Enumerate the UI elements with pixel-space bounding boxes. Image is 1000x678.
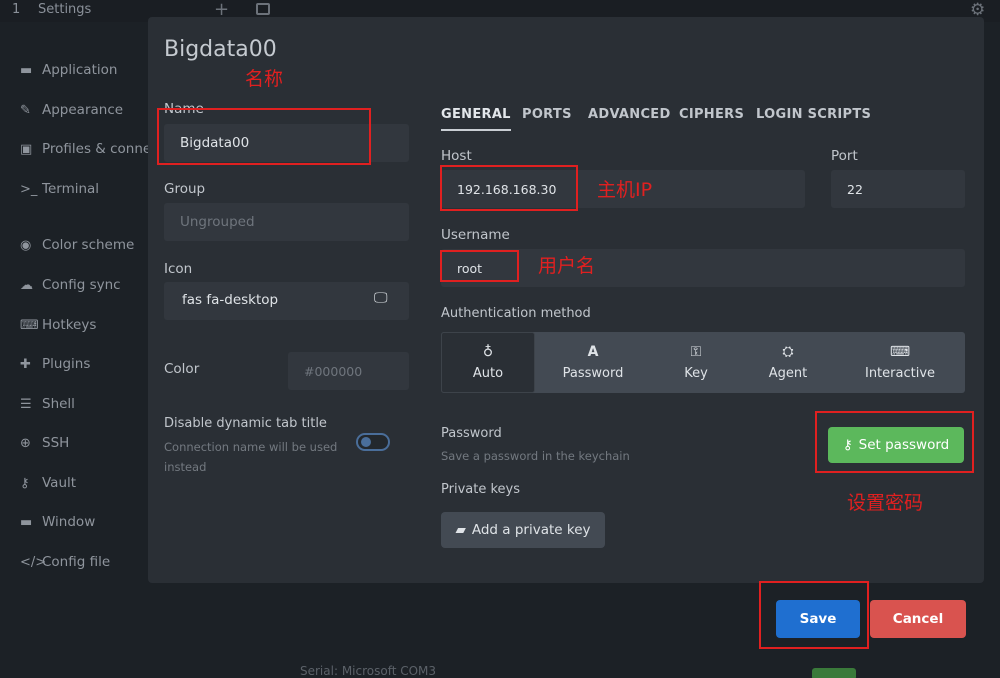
auth-method-selector: ♁ Auto A Password ⚿ Key ⛭ Agent ⌨ Intera… [441,332,965,393]
tab-settings[interactable]: Settings [38,2,91,17]
add-private-key-button[interactable]: ▰ Add a private key [441,512,605,548]
sidebar-item-appearance[interactable]: ✎ Appearance [20,98,123,122]
annotation-box-username [440,250,519,282]
icon-value: fas fa-desktop [182,292,279,308]
sidebar-item-plugins[interactable]: ✚ Plugins [20,352,90,376]
cloud-icon: ☁ [20,277,33,293]
annotation-box-save [759,581,869,649]
sidebar-item-application[interactable]: ▬ Application [20,58,117,82]
annotation-box-host [440,165,578,211]
window-icon: ▬ [20,514,33,530]
password-label: Password [441,426,502,441]
sidebar-item-color-scheme[interactable]: ◉ Color scheme [20,233,134,257]
palette-icon: ◉ [20,237,32,253]
sidebar-item-ssh[interactable]: ⊕ SSH [20,431,69,455]
sidebar-item-config-sync[interactable]: ☁ Config sync [20,273,121,297]
annotation-password: 设置密码 [847,492,924,514]
text-icon: A [587,344,599,360]
dialog-title: Bigdata00 [164,37,277,62]
code-icon: </> [20,554,47,570]
desktop-icon: 🖵 [374,290,388,306]
serial-badge [812,668,856,678]
key-icon: ⚷ [20,475,30,491]
auth-option-password[interactable]: A Password [535,332,651,393]
auth-option-key[interactable]: ⚿ Key [651,332,741,393]
sidebar-item-shell[interactable]: ☰ Shell [20,392,75,416]
sidebar-item-window[interactable]: ▬ Window [20,510,95,534]
password-help: Save a password in the keychain [441,449,630,463]
sidebar-item-hotkeys[interactable]: ⌨ Hotkeys [20,313,96,337]
sidebar-item-profiles[interactable]: ▣ Profiles & conne [20,137,151,161]
disable-tab-title-toggle[interactable] [356,433,390,451]
port-input[interactable]: 22 [831,170,965,208]
private-keys-label: Private keys [441,482,520,497]
auth-option-auto[interactable]: ♁ Auto [441,332,535,393]
auth-method-label: Authentication method [441,306,591,321]
terminal-icon: >_ [20,181,38,197]
background-profile-row: Serial: Microsoft COM3 [300,664,437,678]
keyboard-icon: ⌨ [889,344,911,360]
annotation-box-password [815,411,974,473]
window-icon[interactable] [256,3,270,15]
keyboard-icon: ⌨ [20,317,39,333]
host-label: Host [441,148,472,164]
tab-login-scripts[interactable]: LOGIN SCRIPTS [756,107,871,129]
puzzle-icon: ✚ [20,356,31,372]
profiles-icon: ▣ [20,141,33,157]
settings-sidebar: ▬ Application ✎ Appearance ▣ Profiles & con… [0,50,151,590]
toggle-knob [361,437,371,447]
tab-advanced[interactable]: ADVANCED [588,107,671,129]
group-input[interactable]: Ungrouped [164,203,409,241]
group-label: Group [164,181,206,197]
agent-icon: ⛭ [782,344,794,360]
cancel-button[interactable]: Cancel [870,600,966,638]
disable-tab-title-label: Disable dynamic tab title [164,416,327,431]
window-icon: ▬ [20,62,33,78]
annotation-username: 用户名 [538,255,596,277]
icon-label: Icon [164,261,193,277]
key-icon: ⚿ [690,344,702,360]
annotation-host: 主机IP [597,179,653,201]
tab-ports[interactable]: PORTS [522,107,572,129]
brush-icon: ✎ [20,102,31,118]
color-label: Color [164,361,200,377]
auth-option-agent[interactable]: ⛭ Agent [741,332,835,393]
annotation-box-name [157,108,371,165]
port-label: Port [831,148,858,164]
sidebar-item-config-file[interactable]: </> Config file [20,550,110,574]
lightbulb-icon: ♁ [482,344,494,360]
color-input[interactable]: #000000 [288,352,409,390]
icon-input[interactable]: fas fa-desktop 🖵 [164,282,409,320]
list-icon: ☰ [20,396,32,412]
username-label: Username [441,227,510,243]
sidebar-item-terminal[interactable]: >_ Terminal [20,177,99,201]
auth-option-interactive[interactable]: ⌨ Interactive [835,332,965,393]
folder-open-icon: ▰ [455,522,466,538]
disable-tab-title-help: Connection name will be used instead [164,440,338,474]
tab-ciphers[interactable]: CIPHERS [679,107,744,129]
username-input[interactable]: root [441,249,965,287]
sidebar-item-vault[interactable]: ⚷ Vault [20,471,76,495]
tab-number: 1 [12,2,21,17]
globe-icon: ⊕ [20,435,31,451]
annotation-name: 名称 [245,68,284,90]
tab-general[interactable]: GENERAL [441,107,511,131]
